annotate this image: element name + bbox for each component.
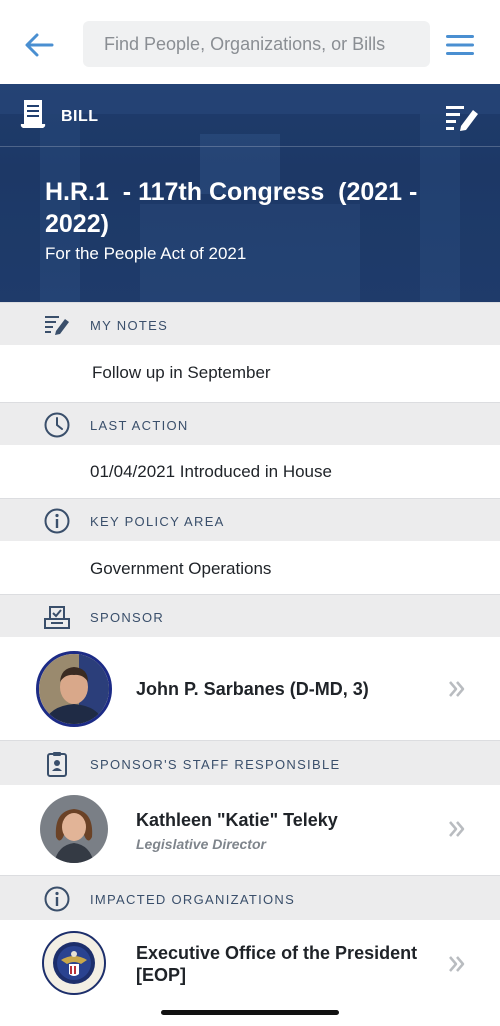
notes-edit-icon [45, 316, 69, 335]
ballot-box-icon [44, 606, 70, 629]
section-header-impacted-organizations: IMPACTED ORGANIZATIONS [0, 875, 500, 920]
staff-role: Legislative Director [136, 836, 266, 852]
section-label: IMPACTED ORGANIZATIONS [90, 892, 296, 907]
info-icon [44, 508, 70, 534]
section-header-key-policy-area: KEY POLICY AREA [0, 498, 500, 541]
avatar [41, 930, 107, 996]
avatar [40, 795, 108, 863]
sponsor-name: John P. Sarbanes (D-MD, 3) [136, 679, 369, 699]
last-action-text: 01/04/2021 Introduced in House [90, 462, 332, 481]
section-header-sponsor-staff: SPONSOR'S STAFF RESPONSIBLE [0, 740, 500, 785]
search-input[interactable] [83, 21, 430, 67]
my-notes-content[interactable]: Follow up in September [0, 345, 500, 402]
arrow-left-icon[interactable] [22, 28, 56, 62]
eop-seal-logo [41, 930, 107, 996]
staff-photo [40, 795, 108, 863]
section-label: SPONSOR'S STAFF RESPONSIBLE [90, 757, 341, 772]
sponsor-photo [39, 654, 109, 724]
staff-row[interactable]: Kathleen "Katie" Teleky Legislative Dire… [0, 785, 500, 875]
hamburger-menu-icon[interactable] [444, 30, 476, 60]
section-header-my-notes: MY NOTES [0, 302, 500, 345]
sponsor-row[interactable]: John P. Sarbanes (D-MD, 3) [0, 637, 500, 740]
header-divider [0, 146, 500, 147]
bill-header: BILL H.R.1 - 117th Congress (2021 - 2022… [0, 84, 500, 302]
id-badge-icon [47, 752, 67, 777]
top-bar [0, 0, 500, 84]
section-header-last-action: LAST ACTION [0, 402, 500, 445]
section-label: MY NOTES [90, 318, 169, 333]
bill-scroll-icon [20, 100, 46, 129]
section-header-sponsor: SPONSOR [0, 594, 500, 637]
clock-icon [44, 412, 70, 438]
organization-name: Executive Office of the President [EOP] [136, 943, 418, 985]
section-label: LAST ACTION [90, 418, 189, 433]
double-chevron-right-icon [449, 956, 465, 972]
notes-text: Follow up in September [92, 363, 271, 382]
double-chevron-right-icon [449, 681, 465, 697]
bill-subtitle: For the People Act of 2021 [45, 244, 247, 263]
policy-area-text: Government Operations [90, 559, 272, 578]
info-icon [44, 886, 70, 912]
home-indicator [161, 1010, 339, 1015]
avatar [36, 651, 112, 727]
section-label: SPONSOR [90, 610, 165, 625]
key-policy-area-content: Government Operations [0, 541, 500, 594]
section-label: KEY POLICY AREA [90, 514, 225, 529]
double-chevron-right-icon [449, 821, 465, 837]
bill-title: H.R.1 - 117th Congress (2021 - 2022) [45, 178, 418, 238]
staff-name: Kathleen "Katie" Teleky [136, 810, 338, 830]
notes-edit-icon[interactable] [444, 102, 480, 132]
bill-type-label: BILL [61, 108, 99, 125]
last-action-content: 01/04/2021 Introduced in House [0, 445, 500, 498]
